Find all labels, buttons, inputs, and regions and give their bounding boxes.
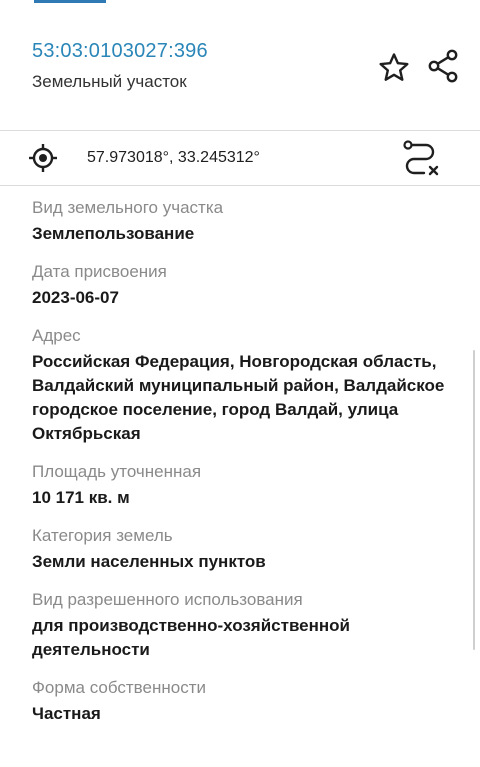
favorite-button[interactable]	[377, 51, 411, 83]
field-label: Адрес	[32, 326, 81, 345]
field-area: Площадь уточненная 10 171 кв. м	[32, 460, 452, 510]
field-label: Форма собственности	[32, 678, 206, 697]
field-value: Землепользование	[32, 224, 195, 243]
field-value: Российская Федерация, Новгородская облас…	[32, 352, 445, 443]
field-label: Вид разрешенного использования	[32, 590, 303, 609]
cadastral-number[interactable]: 53:03:0103027:396	[32, 40, 208, 63]
field-value: для производственно-хозяйственной деятел…	[32, 616, 351, 659]
star-icon	[379, 52, 409, 81]
field-value: Частная	[32, 704, 101, 723]
field-label: Категория земель	[32, 526, 173, 545]
coordinates-text[interactable]: 57.973018°, 33.245312°	[87, 149, 260, 167]
route-button[interactable]	[402, 140, 440, 176]
field-address: Адрес Российская Федерация, Новгородская…	[32, 324, 452, 446]
field-ownership-form: Форма собственности Частная	[32, 676, 452, 726]
field-label: Дата присвоения	[32, 262, 167, 281]
crosshair-icon	[29, 144, 57, 172]
field-value: 2023-06-07	[32, 288, 119, 307]
coordinates-row: 57.973018°, 33.245312°	[0, 131, 480, 185]
scrollbar[interactable]	[473, 350, 475, 650]
share-icon	[428, 49, 458, 83]
field-land-plot-type: Вид земельного участка Землепользование	[32, 196, 452, 246]
details-list: Вид земельного участка Землепользование …	[32, 196, 452, 740]
route-icon	[403, 140, 439, 176]
field-label: Площадь уточненная	[32, 462, 202, 481]
divider	[0, 185, 480, 186]
field-land-category: Категория земель Земли населенных пункто…	[32, 524, 452, 574]
field-assignment-date: Дата присвоения 2023-06-07	[32, 260, 452, 310]
locate-button[interactable]	[28, 143, 58, 173]
object-type: Земельный участок	[32, 72, 187, 91]
field-label: Вид земельного участка	[32, 198, 224, 217]
field-value: 10 171 кв. м	[32, 488, 130, 507]
field-permitted-use: Вид разрешенного использования для произ…	[32, 588, 452, 662]
share-button[interactable]	[426, 48, 460, 84]
object-header: 53:03:0103027:396 Земельный участок	[0, 0, 480, 130]
field-value: Земли населенных пунктов	[32, 552, 266, 571]
